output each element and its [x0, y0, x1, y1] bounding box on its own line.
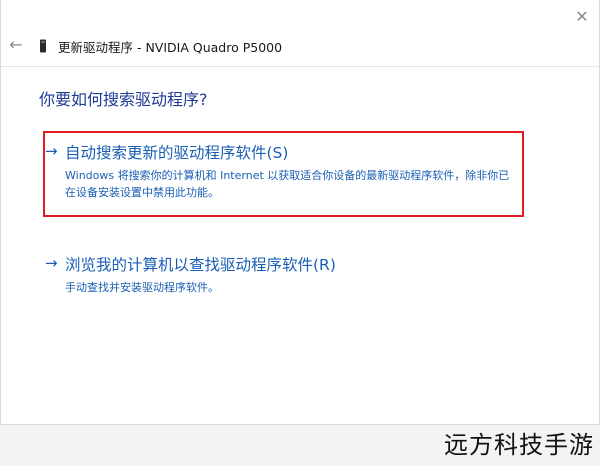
header-divider [1, 66, 600, 67]
arrow-right-icon: → [45, 254, 58, 272]
back-arrow-icon[interactable]: ← [7, 36, 25, 54]
browse-computer-description: 手动查找并安装驱动程序软件。 [65, 281, 219, 294]
browse-computer-title[interactable]: 浏览我的计算机以查找驱动程序软件(R) [65, 253, 336, 275]
close-icon[interactable]: ✕ [571, 6, 593, 28]
dialog-title: 更新驱动程序 - NVIDIA Quadro P5000 [58, 40, 283, 55]
update-driver-dialog: ✕ ← 更新驱动程序 - NVIDIA Quadro P5000 你要如何搜索驱… [0, 0, 600, 425]
page-question: 你要如何搜索驱动程序? [39, 90, 208, 109]
arrow-right-icon: → [45, 142, 58, 160]
watermark-text: 远方科技手游 [444, 431, 594, 459]
display-adapter-icon [39, 38, 47, 53]
auto-search-title[interactable]: 自动搜索更新的驱动程序软件(S) [65, 141, 288, 163]
auto-search-description: Windows 将搜索你的计算机和 Internet 以获取适合你设备的最新驱动… [65, 169, 510, 199]
